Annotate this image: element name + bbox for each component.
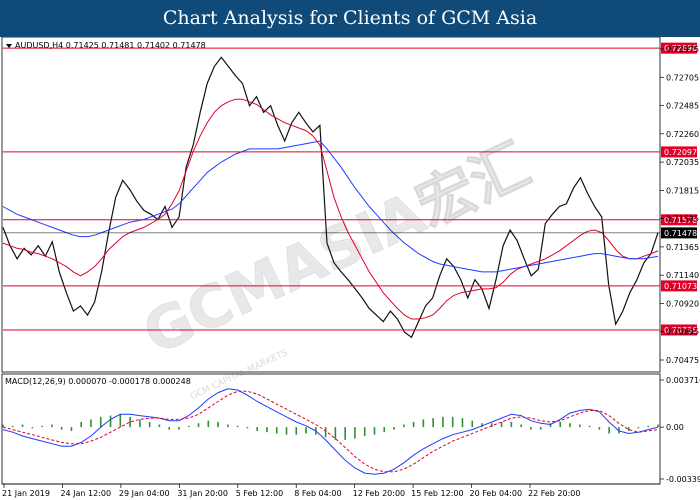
macd-header: MACD(12,26,9) 0.000070 -0.000178 0.00024… (5, 377, 191, 386)
time-tick-label: 22 Feb 20:00 (528, 489, 580, 498)
macd-axis: 0.003716 0.00 -0.003395 (660, 376, 700, 484)
time-tick-label: 15 Feb 12:00 (411, 489, 463, 498)
watermark-subtext: GCM CAPITAL MARKETS (189, 348, 290, 402)
time-axis: 21 Jan 2019 24 Jan 12:00 29 Jan 04:00 31 Ja… (2, 484, 580, 498)
time-tick-label: 12 Feb 20:00 (353, 489, 405, 498)
price-tick-label: 0.71585 (666, 215, 699, 224)
price-tick-label: 0.72975 (666, 45, 699, 54)
price-tick-label: 0.71140 (666, 271, 699, 280)
price-tick-label: 0.71365 (666, 243, 699, 252)
watermark-text: GCMASIA宏汇 (133, 130, 540, 368)
price-tick-label: 0.71815 (666, 186, 699, 195)
macd-series (2, 388, 659, 475)
macd-signal-line (2, 390, 659, 473)
symbol-header: AUDUSD,H4 0.71425 0.71481 0.71402 0.7147… (15, 41, 206, 50)
macd-plot-frame (1, 373, 661, 485)
macd-main-line (2, 388, 659, 475)
price-tick-label: 0.72485 (666, 102, 699, 111)
price-tick-label: 0.72260 (666, 130, 699, 139)
price-tick-label: 0.70695 (666, 328, 699, 337)
main-series (2, 56, 659, 339)
time-tick-label: 31 Jan 20:00 (177, 489, 228, 498)
level-label: 0.72097 (664, 148, 697, 157)
time-tick-label: 20 Feb 04:00 (470, 489, 522, 498)
macd-tick-label: -0.003395 (666, 475, 700, 484)
chart-banner-title: Chart Analysis for Clients of GCM Asia (0, 0, 700, 37)
level-lines: 0.728900.720970.715780.714780.710730.707… (3, 42, 697, 336)
price-axis: 0.72975 0.72705 0.72485 0.72260 0.72035 0.718… (660, 45, 699, 365)
macd-tick-label: 0.00 (666, 423, 684, 432)
time-tick-label: 5 Feb 12:00 (236, 489, 283, 498)
price-tick-label: 0.70920 (666, 299, 699, 308)
price-tick-label: 0.72705 (666, 73, 699, 82)
price-tick-label: 0.70475 (666, 356, 699, 365)
time-tick-label: 29 Jan 04:00 (119, 489, 170, 498)
time-tick-label: 21 Jan 2019 (2, 489, 50, 498)
level-label: 0.71478 (664, 229, 697, 238)
time-tick-label: 8 Feb 04:00 (294, 489, 341, 498)
time-tick-label: 24 Jan 12:00 (60, 489, 111, 498)
chart-area: GCMASIA宏汇 GCM CAPITAL MARKETS 0.728900.7… (1, 37, 700, 498)
macd-tick-label: 0.003716 (666, 376, 700, 385)
dropdown-triangle-icon[interactable] (6, 44, 12, 48)
price-series-line (2, 56, 659, 339)
main-plot-frame (1, 37, 661, 373)
price-tick-label: 0.72035 (666, 158, 699, 167)
level-label: 0.71073 (664, 282, 697, 291)
